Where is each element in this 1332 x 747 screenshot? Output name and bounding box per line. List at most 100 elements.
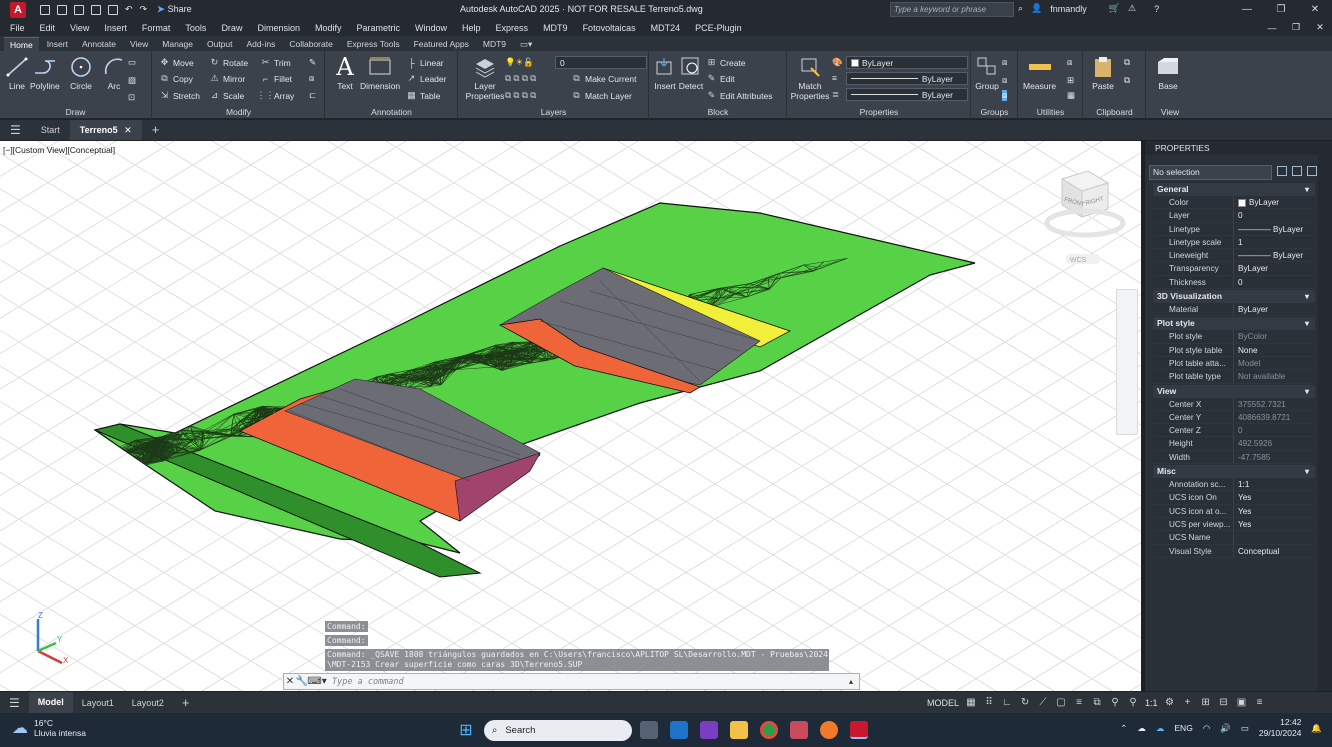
- doc-tab-start[interactable]: Start: [31, 120, 70, 140]
- file-explorer-icon[interactable]: [730, 721, 748, 739]
- line-button[interactable]: Line: [4, 55, 30, 91]
- text-button[interactable]: A Text: [332, 55, 358, 91]
- modify-panel-label[interactable]: Modify: [153, 107, 324, 117]
- property-value[interactable]: ———— ByLayer: [1233, 222, 1315, 235]
- isodraft-icon[interactable]: ⟋: [1037, 697, 1049, 709]
- minimize-icon[interactable]: —: [1230, 0, 1264, 19]
- fillet-button[interactable]: ⌐ Fillet: [260, 73, 292, 84]
- property-row[interactable]: Plot table type Not available: [1153, 370, 1315, 384]
- undo-icon[interactable]: ↶: [125, 4, 133, 15]
- ribbon-tab-manage[interactable]: Manage: [156, 37, 199, 51]
- save-as-icon[interactable]: [91, 4, 101, 15]
- ribbon-tab-annotate[interactable]: Annotate: [76, 37, 122, 51]
- menu-help[interactable]: Help: [462, 23, 481, 33]
- property-row[interactable]: Plot style ByColor: [1153, 330, 1315, 344]
- ribbon-tab-mdt9[interactable]: MDT9: [477, 37, 512, 51]
- ungroup-icon[interactable]: ⧈: [1002, 57, 1007, 68]
- block-panel-label[interactable]: Block: [650, 107, 786, 117]
- property-value[interactable]: 375552.7321: [1233, 397, 1315, 410]
- viewport-controls-label[interactable]: [−][Custom View][Conceptual]: [3, 145, 115, 155]
- section-view[interactable]: View: [1153, 384, 1315, 398]
- property-value[interactable]: Conceptual: [1233, 544, 1315, 557]
- selection-dropdown[interactable]: No selection: [1149, 165, 1272, 180]
- dimension-button[interactable]: Dimension: [360, 55, 400, 91]
- close-icon[interactable]: ✕: [1298, 0, 1332, 19]
- property-row[interactable]: UCS icon at o... Yes: [1153, 504, 1315, 518]
- trim-button[interactable]: ✂ Trim: [260, 57, 291, 68]
- property-row[interactable]: Layer 0: [1153, 209, 1315, 223]
- layout-tab-layout2[interactable]: Layout2: [123, 698, 173, 708]
- match-layer-button[interactable]: ⧉ Match Layer: [571, 90, 632, 101]
- notifications-icon[interactable]: 🔔: [1311, 723, 1322, 734]
- arc-button[interactable]: Arc: [101, 55, 127, 91]
- doc-tab-terreno5[interactable]: Terreno5 ✕: [69, 120, 142, 140]
- battery-icon[interactable]: ▭: [1241, 723, 1249, 734]
- ribbon-tab-output[interactable]: Output: [201, 37, 239, 51]
- table-button[interactable]: ▦ Table: [406, 90, 440, 101]
- task-view-icon[interactable]: [640, 721, 658, 739]
- menu-modify[interactable]: Modify: [315, 23, 342, 33]
- chrome-icon[interactable]: [760, 721, 778, 739]
- viewcube[interactable]: FRONT RIGHT WCS: [1040, 169, 1140, 284]
- id-point-icon[interactable]: ▦: [1067, 90, 1075, 101]
- mirror-button[interactable]: ⚠ Mirror: [209, 73, 245, 84]
- leader-button[interactable]: ↗ Leader: [406, 73, 447, 84]
- property-value[interactable]: ———— ByLayer: [1233, 249, 1315, 262]
- quick-select-props-icon[interactable]: [1307, 166, 1317, 176]
- group-select-icon[interactable]: ⧈: [1002, 90, 1008, 101]
- doc-close-icon[interactable]: ✕: [1308, 19, 1332, 36]
- ribbon-tab-express-tools[interactable]: Express Tools: [341, 37, 406, 51]
- layout-tab-layout1[interactable]: Layout1: [73, 698, 123, 708]
- customize-command-icon[interactable]: 🔧: [296, 674, 308, 689]
- open-icon[interactable]: [57, 4, 67, 15]
- calculator-icon[interactable]: ⊞: [1067, 75, 1074, 86]
- language-indicator[interactable]: ENG: [1174, 723, 1192, 733]
- groups-panel-label[interactable]: Groups: [972, 107, 1017, 117]
- taskbar-clock[interactable]: 12:42 29/10/2024: [1259, 717, 1302, 739]
- close-tab-icon[interactable]: ✕: [124, 125, 132, 135]
- ortho-icon[interactable]: ∟: [1001, 697, 1013, 709]
- property-value[interactable]: ByLayer: [1233, 303, 1315, 316]
- property-row[interactable]: Width -47.7585: [1153, 450, 1315, 465]
- save-icon[interactable]: [74, 4, 84, 15]
- units-icon[interactable]: ⊞: [1200, 697, 1212, 709]
- property-value[interactable]: Model: [1233, 356, 1315, 370]
- layers-panel-label[interactable]: Layers: [459, 107, 648, 117]
- view-panel-label[interactable]: View: [1147, 107, 1193, 117]
- quick-properties-icon[interactable]: ⊟: [1218, 697, 1230, 709]
- match-properties-button[interactable]: Match Properties: [790, 55, 830, 101]
- command-prompt-icon[interactable]: ⌨▾: [307, 674, 326, 689]
- copy-clip-icon[interactable]: ⧉: [1124, 75, 1130, 86]
- ribbon-tab-view[interactable]: View: [124, 37, 154, 51]
- ucs-label[interactable]: WCS: [1070, 257, 1087, 264]
- plot-icon[interactable]: [108, 4, 118, 15]
- color-wheel-icon[interactable]: 🎨: [832, 57, 843, 68]
- layer-state-icons[interactable]: 💡☀🔓: [505, 57, 534, 68]
- property-value[interactable]: -47.7585: [1233, 450, 1315, 464]
- cart-icon[interactable]: 🛒: [1109, 3, 1120, 14]
- property-row[interactable]: UCS Name: [1153, 531, 1315, 545]
- volume-icon[interactable]: 🔊: [1220, 723, 1231, 734]
- select-objects-icon[interactable]: [1292, 166, 1302, 176]
- clean-screen-icon[interactable]: ▣: [1236, 697, 1248, 709]
- menu-fotovoltaicas[interactable]: Fotovoltaicas: [583, 23, 636, 33]
- menu-parametric[interactable]: Parametric: [357, 23, 401, 33]
- grid-icon[interactable]: ▦: [965, 697, 977, 709]
- property-row[interactable]: Color ByLayer: [1153, 196, 1315, 210]
- taskbar-search[interactable]: ⌕ Search: [484, 720, 632, 741]
- autocad-taskbar-icon[interactable]: [850, 721, 868, 739]
- menu-file[interactable]: File: [10, 23, 25, 33]
- quick-select-icon[interactable]: ⧈: [1067, 57, 1072, 68]
- rectangle-icon[interactable]: ▭: [128, 57, 136, 68]
- onedrive-blue-icon[interactable]: ☁: [1156, 723, 1165, 734]
- annotation-visibility-icon[interactable]: ⚲: [1109, 697, 1121, 709]
- property-row[interactable]: Annotation sc... 1:1: [1153, 478, 1315, 492]
- property-row[interactable]: Lineweight ———— ByLayer: [1153, 249, 1315, 263]
- polar-icon[interactable]: ↻: [1019, 697, 1031, 709]
- help-search-input[interactable]: Type a keyword or phrase: [890, 2, 1014, 17]
- property-row[interactable]: Plot table atta... Model: [1153, 356, 1315, 371]
- redo-icon[interactable]: ↷: [140, 4, 148, 15]
- property-row[interactable]: Center Z 0: [1153, 424, 1315, 438]
- command-input[interactable]: ✕ 🔧 ⌨▾ Type a command ▴: [283, 673, 860, 690]
- search-icon[interactable]: ⌕: [1018, 3, 1023, 14]
